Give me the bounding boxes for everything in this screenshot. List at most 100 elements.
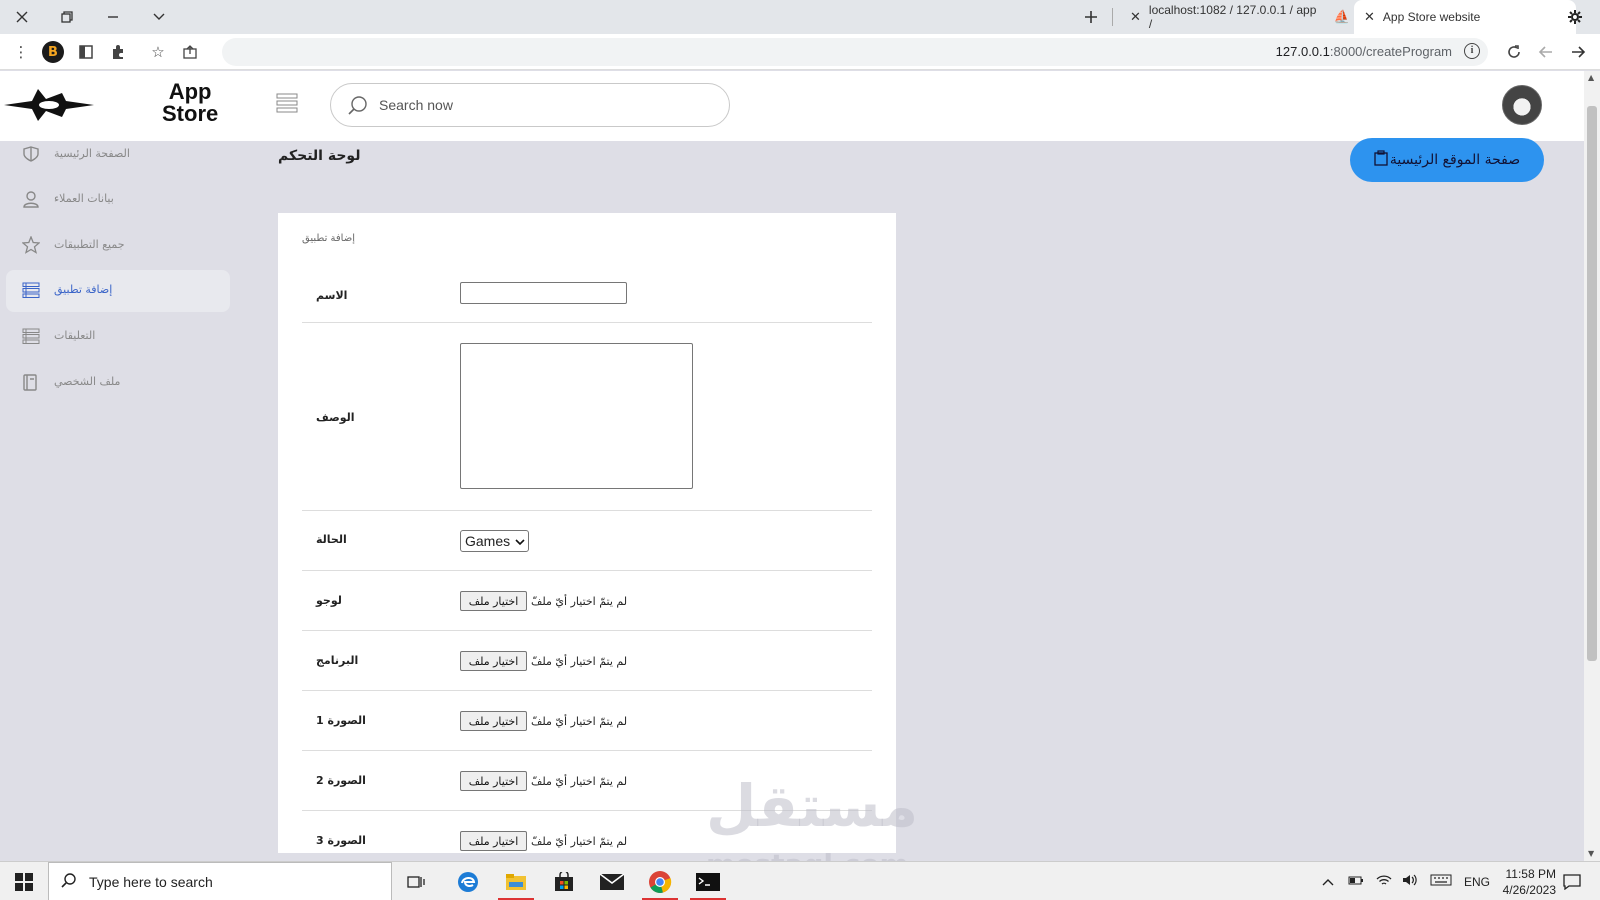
volume-icon[interactable] [1402, 873, 1418, 890]
sidebar-item-profile[interactable]: ملف الشخصي [6, 362, 230, 404]
avatar[interactable] [1502, 85, 1542, 125]
description-label: الوصف [316, 411, 355, 424]
program-row: البرنامج اختيار ملف لم يتمّ اختيار أيّ م… [302, 631, 872, 691]
back-arrow-icon[interactable] [1534, 40, 1558, 64]
taskbar-search[interactable]: Type here to search [48, 862, 392, 900]
site-home-button[interactable]: صفحة الموقع الرئيسية [1350, 138, 1544, 182]
shield-icon [20, 145, 40, 165]
image3-file-input[interactable]: اختيار ملف لم يتمّ اختيار أيّ ملفّ [460, 831, 627, 851]
choose-file-button[interactable]: اختيار ملف [460, 771, 527, 791]
no-file-text: لم يتمّ اختيار أيّ ملفّ [531, 774, 628, 788]
close-tab-icon[interactable]: ✕ [1130, 9, 1141, 25]
scrollbar-thumb[interactable] [1587, 106, 1597, 661]
sidebar-item-all-apps[interactable]: جميع التطبيقات [6, 225, 230, 267]
site-info-icon[interactable]: i [1464, 43, 1480, 59]
windows-taskbar: Type here to search ENG 11:58 PM 4/26/20… [0, 861, 1600, 900]
reload-icon[interactable] [1502, 40, 1526, 64]
close-window-icon[interactable] [9, 4, 35, 30]
sidebar-item-home[interactable]: الصفحة الرئيسية [6, 134, 230, 176]
choose-file-button[interactable]: اختيار ملف [460, 651, 527, 671]
extension-b-icon[interactable]: B [41, 40, 65, 64]
logo-mark-icon[interactable] [4, 87, 94, 127]
logo-text[interactable]: App Store [162, 81, 218, 125]
extensions-puzzle-icon[interactable] [106, 40, 130, 64]
tab-search-chevron-icon[interactable] [146, 4, 172, 30]
battery-icon[interactable] [1348, 874, 1364, 889]
page-scrollbar[interactable]: ▲ ▼ [1584, 71, 1600, 861]
windows-start-icon[interactable] [0, 862, 48, 900]
mail-icon[interactable] [588, 862, 636, 900]
image3-label: الصورة 3 [316, 834, 366, 847]
status-select[interactable]: Games [460, 530, 529, 552]
no-file-text: لم يتمّ اختيار أيّ ملفّ [531, 834, 628, 848]
search-input[interactable] [379, 94, 709, 116]
sidebar-item-label: بيانات العملاء [54, 192, 114, 205]
chrome-browser-icon[interactable] [636, 862, 684, 900]
description-textarea[interactable] [460, 343, 693, 489]
kebab-menu-icon[interactable]: ⋮ [9, 40, 33, 64]
book-icon [20, 373, 40, 393]
keyboard-icon[interactable] [1430, 874, 1452, 889]
status-row: الحالة Games [302, 511, 872, 571]
gear-icon[interactable] [1562, 4, 1588, 30]
program-file-input[interactable]: اختيار ملف لم يتمّ اختيار أيّ ملفّ [460, 651, 627, 671]
user-icon [20, 190, 40, 210]
sidebar-item-label: التعليقات [54, 329, 96, 342]
image1-row: الصورة 1 اختيار ملف لم يتمّ اختيار أيّ م… [302, 691, 872, 751]
name-input[interactable] [460, 282, 627, 304]
file-explorer-icon[interactable] [492, 862, 540, 900]
address-bar[interactable]: 127.0.0.1:8000/createProgram i [222, 38, 1488, 66]
minimize-window-icon[interactable] [100, 4, 126, 30]
description-row: الوصف [302, 323, 872, 511]
bookmark-star-icon[interactable]: ☆ [146, 40, 170, 64]
sidebar-item-customers[interactable]: بيانات العملاء [6, 179, 230, 221]
share-icon[interactable] [178, 40, 202, 64]
browser-tab-strip: ✕ localhost:1082 / 127.0.0.1 / app / ⛵ ✕… [0, 0, 1600, 34]
sidebar-item-label: الصفحة الرئيسية [54, 147, 130, 160]
name-row: الاسم [302, 265, 872, 323]
taskbar-search-placeholder: Type here to search [89, 873, 213, 890]
home-button-label: صفحة الموقع الرئيسية [1389, 152, 1521, 168]
wifi-icon[interactable] [1376, 874, 1392, 889]
scroll-down-arrow-icon[interactable]: ▼ [1588, 849, 1594, 858]
clock[interactable]: 11:58 PM 4/26/2023 [1484, 866, 1556, 898]
list-icon [20, 327, 40, 347]
tab-phpmyadmin[interactable]: ✕ localhost:1082 / 127.0.0.1 / app / ⛵ [1120, 0, 1350, 34]
sidebar-item-label: إضافة تطبيق [54, 283, 113, 296]
sidebar-item-add-app[interactable]: إضافة تطبيق [6, 270, 230, 312]
sidepanel-icon[interactable] [74, 40, 98, 64]
hamburger-menu-icon[interactable] [276, 93, 300, 117]
close-tab-icon[interactable]: ✕ [1364, 9, 1375, 25]
scroll-up-arrow-icon[interactable]: ▲ [1588, 73, 1594, 82]
form-title: إضافة تطبيق [302, 233, 355, 244]
sidebar-item-comments[interactable]: التعليقات [6, 316, 230, 358]
search-box[interactable] [330, 83, 730, 127]
choose-file-button[interactable]: اختيار ملف [460, 831, 527, 851]
logo-label: لوجو [316, 594, 342, 607]
clipboard-icon [1374, 150, 1388, 170]
image2-file-input[interactable]: اختيار ملف لم يتمّ اختيار أيّ ملفّ [460, 771, 627, 791]
page-title: لوحة التحكم [278, 148, 361, 164]
add-app-form-card: إضافة تطبيق الاسم الوصف الحالة Games لوج… [278, 213, 896, 853]
tab-app-store[interactable]: ✕ App Store website [1354, 0, 1576, 34]
list-icon [20, 281, 40, 301]
image1-file-input[interactable]: اختيار ملف لم يتمّ اختيار أيّ ملفّ [460, 711, 627, 731]
forward-arrow-icon[interactable] [1566, 40, 1590, 64]
tab-label: App Store website [1382, 10, 1481, 24]
restore-window-icon[interactable] [54, 4, 80, 30]
notification-icon[interactable] [1548, 862, 1596, 900]
status-selected-value: Games [465, 533, 511, 549]
task-view-icon[interactable] [392, 862, 440, 900]
chevron-up-icon[interactable] [1322, 875, 1334, 889]
logo-file-input[interactable]: اختيار ملف لم يتمّ اختيار أيّ ملفّ [460, 591, 627, 611]
choose-file-button[interactable]: اختيار ملف [460, 711, 527, 731]
edge-browser-icon[interactable] [444, 862, 492, 900]
new-tab-icon[interactable] [1078, 4, 1104, 30]
chevron-down-icon [515, 533, 525, 549]
no-file-text: لم يتمّ اختيار أيّ ملفّ [531, 654, 628, 668]
choose-file-button[interactable]: اختيار ملف [460, 591, 527, 611]
search-icon [61, 872, 77, 891]
store-bag-icon[interactable] [540, 862, 588, 900]
terminal-icon[interactable] [684, 862, 732, 900]
program-label: البرنامج [316, 654, 359, 667]
